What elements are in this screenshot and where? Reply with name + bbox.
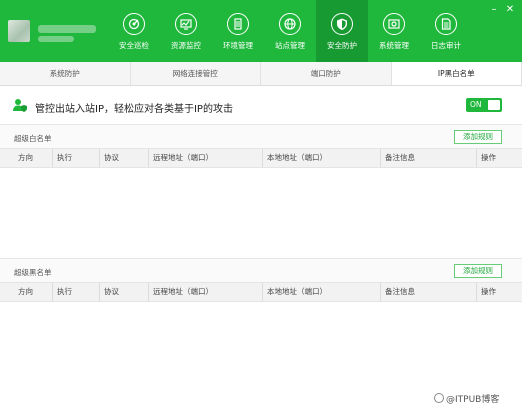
nav-label: 站点管理: [275, 41, 305, 50]
watermark-text: @ITPUB博客: [446, 395, 500, 405]
column-remote-address[interactable]: 远程地址（端口）: [148, 283, 213, 301]
tab-ip-blacklist-whitelist[interactable]: IP黑白名单: [391, 62, 522, 85]
column-remote-address[interactable]: 远程地址（端口）: [148, 149, 213, 167]
nav-item-site-management[interactable]: 站点管理: [264, 0, 316, 62]
blacklist-table-header: 方向 执行 协议 远程地址（端口） 本地地址（端口） 备注信息 操作: [0, 282, 522, 302]
column-operation[interactable]: 操作: [476, 283, 496, 301]
column-direction[interactable]: 方向: [14, 149, 33, 167]
nav-label: 资源监控: [171, 41, 201, 50]
server-icon: [227, 13, 249, 35]
minimize-button[interactable]: –: [488, 4, 500, 16]
whitelist-add-rule-button[interactable]: 添加规则: [454, 130, 502, 144]
sub-tabs: 系统防护 网络连接管控 端口防护 IP黑白名单: [0, 62, 522, 86]
blacklist-section: 超级黑名单 添加规则 方向 执行 协议 远程地址（端口） 本地地址（端口） 备注…: [0, 258, 522, 398]
nav-label: 日志审计: [431, 41, 461, 50]
toggle-knob: [488, 100, 500, 110]
whitelist-table-body: [0, 168, 522, 258]
monitor-chart-icon: [175, 13, 197, 35]
nav-label: 环境管理: [223, 41, 253, 50]
column-protocol[interactable]: 协议: [99, 149, 119, 167]
nav-item-system-management[interactable]: 系统管理: [368, 0, 420, 62]
feature-banner: 管控出站入站IP，轻松应对各类基于IP的攻击 ON: [0, 88, 522, 124]
tab-port-protection[interactable]: 端口防护: [261, 62, 392, 85]
column-operation[interactable]: 操作: [476, 149, 496, 167]
nav-item-security-protection[interactable]: 安全防护: [316, 0, 368, 62]
nav-label: 系统管理: [379, 41, 409, 50]
nav-label: 安全巡检: [119, 41, 149, 50]
ip-filter-toggle[interactable]: ON: [466, 98, 502, 112]
blacklist-table-body: [0, 302, 522, 398]
nav-item-resource-monitor[interactable]: 资源监控: [160, 0, 212, 62]
watermark: @ITPUB博客: [434, 392, 499, 405]
watermark-logo-icon: [434, 393, 444, 403]
nav-item-environment[interactable]: 环境管理: [212, 0, 264, 62]
column-direction[interactable]: 方向: [14, 283, 33, 301]
radar-icon: [123, 13, 145, 35]
column-action[interactable]: 执行: [52, 149, 72, 167]
column-local-address[interactable]: 本地地址（端口）: [262, 149, 327, 167]
column-protocol[interactable]: 协议: [99, 283, 119, 301]
nav-label: 安全防护: [327, 41, 357, 50]
app-logo: [8, 20, 30, 42]
system-icon: [383, 13, 405, 35]
app-name-blurred: [38, 25, 96, 33]
blacklist-header: 超级黑名单 添加规则: [0, 258, 522, 282]
main-nav: 安全巡检 资源监控 环境管理 站点管理 安全防护 系统管理 日志审计: [108, 0, 472, 62]
column-action[interactable]: 执行: [52, 283, 72, 301]
nav-item-security-inspection[interactable]: 安全巡检: [108, 0, 160, 62]
top-header: 安全巡检 资源监控 环境管理 站点管理 安全防护 系统管理 日志审计 – ✕: [0, 0, 522, 62]
column-remark[interactable]: 备注信息: [380, 149, 415, 167]
tab-system-protection[interactable]: 系统防护: [0, 62, 131, 85]
whitelist-title: 超级白名单: [14, 134, 52, 143]
user-shield-icon: [13, 99, 27, 112]
shield-icon: [331, 13, 353, 35]
globe-icon: [279, 13, 301, 35]
column-remark[interactable]: 备注信息: [380, 283, 415, 301]
toggle-label: ON: [470, 100, 482, 109]
close-button[interactable]: ✕: [504, 4, 516, 16]
tab-network-connection-control[interactable]: 网络连接管控: [131, 62, 261, 85]
whitelist-section: 超级白名单 添加规则 方向 执行 协议 远程地址（端口） 本地地址（端口） 备注…: [0, 124, 522, 258]
whitelist-table-header: 方向 执行 协议 远程地址（端口） 本地地址（端口） 备注信息 操作: [0, 148, 522, 168]
blacklist-title: 超级黑名单: [14, 268, 52, 277]
app-subtitle-blurred: [38, 36, 74, 42]
document-icon: [435, 13, 457, 35]
nav-item-log-audit[interactable]: 日志审计: [420, 0, 472, 62]
banner-description: 管控出站入站IP，轻松应对各类基于IP的攻击: [35, 104, 233, 115]
whitelist-header: 超级白名单 添加规则: [0, 124, 522, 148]
blacklist-add-rule-button[interactable]: 添加规则: [454, 264, 502, 278]
column-local-address[interactable]: 本地地址（端口）: [262, 283, 327, 301]
